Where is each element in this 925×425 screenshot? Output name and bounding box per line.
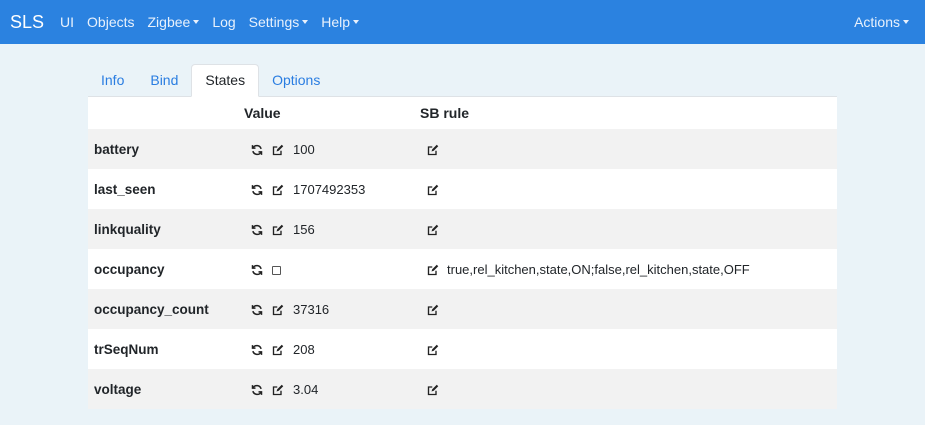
- nav-settings-label: Settings: [248, 14, 300, 30]
- refresh-icon[interactable]: [251, 384, 263, 396]
- refresh-icon[interactable]: [251, 264, 263, 276]
- top-navbar: SLS UI Objects Zigbee Log Settings Help …: [0, 0, 925, 44]
- device-panel: Info Bind States Options Value SB rule b…: [88, 64, 837, 409]
- edit-rule-icon[interactable]: [427, 344, 439, 356]
- state-name: voltage: [88, 369, 244, 409]
- edit-icon[interactable]: [272, 344, 284, 356]
- state-name: linkquality: [88, 209, 244, 249]
- edit-icon[interactable]: [272, 224, 284, 236]
- tab-bind[interactable]: Bind: [137, 64, 191, 96]
- sb-rule-text: true,rel_kitchen,state,ON;false,rel_kitc…: [447, 262, 750, 278]
- nav-settings-dropdown[interactable]: Settings: [249, 14, 309, 30]
- state-value: 208: [293, 342, 315, 358]
- header-name: [88, 97, 244, 129]
- nav-zigbee-dropdown[interactable]: Zigbee: [148, 14, 200, 30]
- state-value-cell: 208: [244, 329, 420, 369]
- states-table: Value SB rule battery 100 last_seen 1707492…: [88, 97, 837, 409]
- state-value-cell: 3.04: [244, 369, 420, 409]
- state-name: trSeqNum: [94, 341, 159, 357]
- table-row: voltage 3.04: [88, 369, 837, 409]
- caret-down-icon: [903, 20, 909, 24]
- state-name: battery: [88, 129, 244, 169]
- edit-rule-icon[interactable]: [427, 264, 439, 276]
- tab-info[interactable]: Info: [88, 64, 137, 96]
- state-value: 156: [293, 222, 315, 238]
- state-value-cell: [244, 249, 420, 289]
- brand-logo[interactable]: SLS: [10, 12, 44, 33]
- sb-rule-cell: [420, 169, 837, 209]
- state-name: last_seen: [94, 181, 156, 197]
- refresh-icon[interactable]: [251, 144, 263, 156]
- refresh-icon[interactable]: [251, 224, 263, 236]
- table-header-row: Value SB rule: [88, 97, 837, 129]
- nav-zigbee-label: Zigbee: [147, 14, 191, 30]
- refresh-icon[interactable]: [251, 344, 263, 356]
- nav-ui-label: UI: [60, 14, 75, 30]
- state-value: 37316: [293, 302, 330, 318]
- table-row: linkquality 156: [88, 209, 837, 249]
- state-value: 1707492353: [293, 182, 366, 198]
- state-name: occupancy_count: [88, 289, 244, 329]
- state-checkbox[interactable]: [272, 265, 281, 275]
- refresh-icon[interactable]: [251, 304, 263, 316]
- caret-down-icon: [193, 20, 200, 24]
- nav-objects[interactable]: Objects: [87, 14, 134, 30]
- nav-ui[interactable]: UI: [60, 14, 74, 30]
- actions-dropdown[interactable]: Actions: [854, 14, 909, 30]
- refresh-icon[interactable]: [251, 184, 263, 196]
- table-row: occupancy true,rel_kitchen,state,ON;false…: [88, 249, 837, 289]
- sb-rule-cell: [420, 369, 837, 409]
- edit-rule-icon[interactable]: [427, 224, 439, 236]
- nav-help-dropdown[interactable]: Help: [321, 14, 360, 30]
- sb-rule-cell: [420, 209, 837, 249]
- nav-log-label: Log: [212, 14, 236, 30]
- edit-rule-icon[interactable]: [427, 184, 439, 196]
- state-value-cell: 1707492353: [244, 169, 420, 209]
- edit-icon[interactable]: [272, 184, 284, 196]
- edit-icon[interactable]: [272, 304, 284, 316]
- nav-log[interactable]: Log: [212, 14, 235, 30]
- table-row: trSeqNum 208: [88, 329, 837, 369]
- table-row: occupancy_count 37316: [88, 289, 837, 329]
- tab-options[interactable]: Options: [259, 64, 333, 96]
- state-name: occupancy: [94, 261, 165, 277]
- tab-bar: Info Bind States Options: [88, 64, 837, 97]
- caret-down-icon: [302, 20, 309, 24]
- state-value: 100: [293, 142, 315, 158]
- edit-icon[interactable]: [272, 144, 284, 156]
- sb-rule-cell: [420, 129, 837, 169]
- edit-rule-icon[interactable]: [427, 384, 439, 396]
- sb-rule-cell: true,rel_kitchen,state,ON;false,rel_kitc…: [420, 249, 837, 289]
- nav-objects-label: Objects: [87, 14, 135, 30]
- nav-help-label: Help: [321, 14, 351, 30]
- edit-icon[interactable]: [272, 384, 284, 396]
- caret-down-icon: [353, 20, 360, 24]
- edit-rule-icon[interactable]: [427, 144, 439, 156]
- header-sb-rule: SB rule: [420, 105, 470, 121]
- state-value-cell: 37316: [244, 289, 420, 329]
- sb-rule-cell: [420, 289, 837, 329]
- sb-rule-cell: [420, 329, 837, 369]
- state-value-cell: 156: [244, 209, 420, 249]
- state-value-cell: 100: [244, 129, 420, 169]
- edit-rule-icon[interactable]: [427, 304, 439, 316]
- header-value: Value: [244, 105, 281, 121]
- actions-label: Actions: [854, 14, 900, 30]
- state-value: 3.04: [293, 382, 319, 398]
- table-row: last_seen 1707492353: [88, 169, 837, 209]
- tab-states[interactable]: States: [191, 64, 260, 97]
- table-row: battery 100: [88, 129, 837, 169]
